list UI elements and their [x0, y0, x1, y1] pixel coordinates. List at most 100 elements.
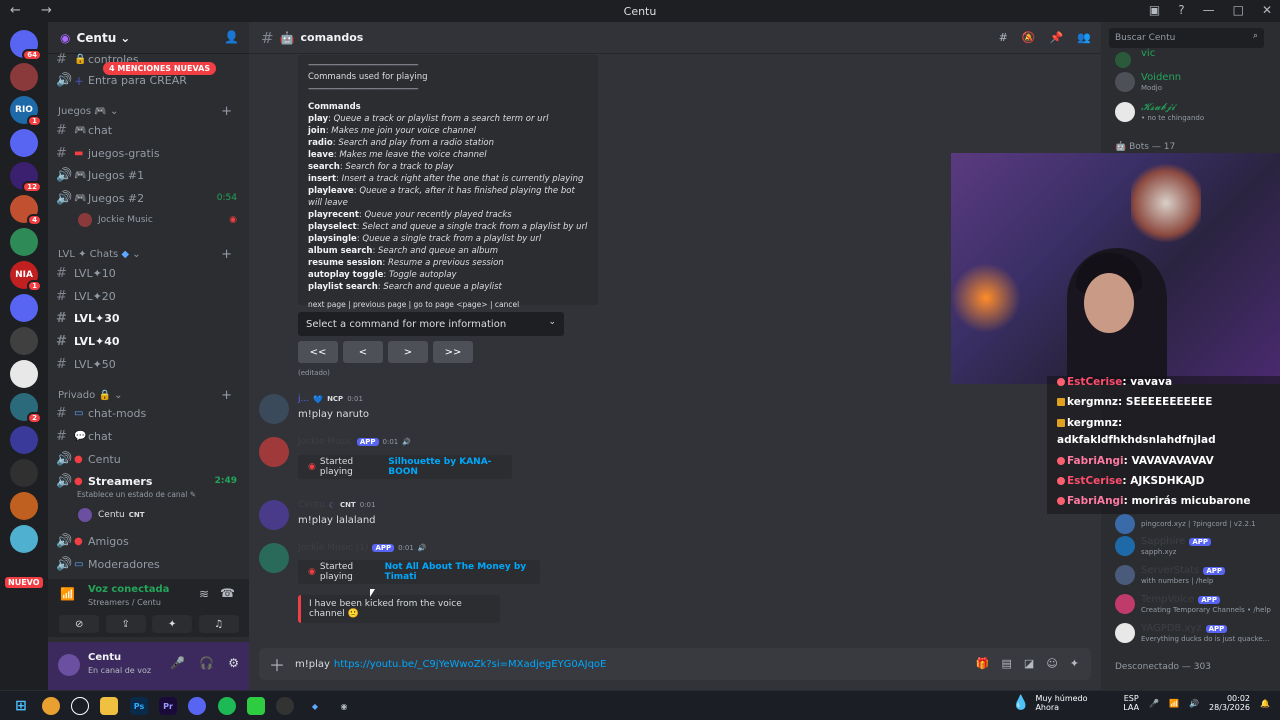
file-explorer-icon[interactable]: [100, 697, 118, 715]
track-link[interactable]: Not All About The Money by Timati: [385, 562, 540, 582]
category-lvl[interactable]: LVL ✦ Chats ◆ ⌄ +: [58, 247, 238, 262]
search-input[interactable]: Buscar Centu ⌕: [1109, 28, 1264, 48]
server-icon[interactable]: 64: [10, 30, 42, 61]
command-select[interactable]: Select a command for more information ⌄: [298, 312, 564, 336]
steam-icon[interactable]: ◉: [335, 697, 353, 715]
history-nav-icons[interactable]: ← →: [10, 3, 60, 18]
maximize-button[interactable]: □: [1233, 3, 1244, 17]
sticker-icon[interactable]: ◪: [1024, 657, 1034, 670]
soundboard-button[interactable]: ♫: [198, 615, 239, 633]
attach-plus-icon[interactable]: ＋: [259, 652, 295, 676]
gif-icon[interactable]: ▤: [1002, 657, 1012, 670]
server-icon[interactable]: 12: [10, 162, 42, 193]
channel-status-hint[interactable]: Establece un estado de canal ✎: [77, 490, 196, 499]
server-icon[interactable]: [10, 327, 38, 355]
inbox-icon[interactable]: ▣: [1149, 3, 1160, 17]
notifications-muted-icon[interactable]: 🔕: [1022, 31, 1036, 44]
gift-icon[interactable]: 🎁: [976, 657, 990, 670]
settings-gear-icon[interactable]: ⚙: [228, 656, 239, 670]
apps-icon[interactable]: ✦: [1070, 657, 1079, 670]
voice-amigos[interactable]: 🔊 ● Amigos: [56, 531, 243, 551]
channel-lvl40[interactable]: # LVL✦40: [56, 331, 243, 351]
threads-icon[interactable]: #: [999, 31, 1008, 44]
server-icon[interactable]: NIA 1: [10, 261, 42, 292]
app-icon[interactable]: [276, 697, 294, 715]
channel-juegos-gratis[interactable]: # ▬ juegos-gratis: [56, 143, 243, 163]
microphone-icon[interactable]: 🎤: [170, 656, 185, 670]
next-page-button[interactable]: >: [388, 341, 428, 363]
help-icon[interactable]: ?: [1178, 3, 1184, 17]
avatar[interactable]: [58, 654, 80, 676]
author-name[interactable]: j...: [298, 394, 309, 404]
channel-chat[interactable]: # 🎮 chat: [56, 120, 243, 140]
noise-suppression-icon[interactable]: ≋: [199, 587, 209, 601]
pin-icon[interactable]: 📌: [1050, 31, 1064, 44]
server-icon[interactable]: [10, 426, 38, 454]
minimize-button[interactable]: —: [1203, 3, 1215, 17]
spotify-icon[interactable]: [218, 697, 236, 715]
server-icon[interactable]: [10, 63, 38, 91]
discord-icon[interactable]: [188, 697, 206, 715]
voice-status-sub[interactable]: Streamers / Centu: [88, 598, 161, 607]
avatar[interactable]: [259, 543, 289, 573]
voice-moderadores[interactable]: 🔊 ▭ Moderadores: [56, 554, 243, 574]
activities-button[interactable]: ✦: [152, 615, 193, 633]
channel-lvl30[interactable]: # LVL✦30: [56, 308, 243, 328]
server-icon[interactable]: [10, 525, 38, 553]
add-user-icon[interactable]: 👤: [224, 30, 239, 44]
channel-chat-priv[interactable]: # 💬 chat: [56, 426, 243, 446]
track-link[interactable]: Silhouette by KANA-BOON: [388, 457, 512, 477]
server-icon[interactable]: [10, 360, 38, 388]
last-page-button[interactable]: >>: [433, 341, 473, 363]
screen-share-button[interactable]: ⇪: [105, 615, 146, 633]
add-channel-icon[interactable]: +: [221, 388, 232, 403]
server-icon[interactable]: 4: [10, 195, 42, 226]
voice-user-centu[interactable]: Centu CNT: [78, 505, 243, 525]
avatar[interactable]: [259, 500, 289, 530]
headphones-icon[interactable]: 🎧: [199, 656, 214, 670]
voice-streamers[interactable]: 🔊 ● Streamers 2:49: [56, 471, 243, 491]
channel-lvl10[interactable]: # LVL✦10: [56, 263, 243, 283]
author-name[interactable]: Centu: [298, 500, 325, 510]
disconnect-icon[interactable]: ☎: [220, 586, 235, 600]
server-icon[interactable]: [10, 459, 38, 487]
weather-widget[interactable]: 💧 Muy húmedo Ahora: [1012, 694, 1088, 712]
channel-lvl50[interactable]: # LVL✦50: [56, 354, 243, 374]
close-button[interactable]: ✕: [1262, 3, 1272, 17]
server-icon[interactable]: RIO 1: [10, 96, 42, 127]
microphone-icon[interactable]: 🎤: [1149, 699, 1159, 708]
chrome-icon[interactable]: [42, 697, 60, 715]
notification-icon[interactable]: 🔔: [1260, 699, 1270, 708]
category-juegos[interactable]: Juegos 🎮 ⌄ +: [58, 104, 238, 119]
author-name[interactable]: Jockie Music (1): [298, 543, 368, 553]
channel-chat-mods[interactable]: # ▭ chat-mods: [56, 403, 243, 423]
voice-juegos-2[interactable]: 🔊 🎮 Juegos #2 0:54: [56, 188, 243, 208]
vscode-icon[interactable]: ◆: [306, 697, 324, 715]
emoji-icon[interactable]: ☺: [1046, 657, 1057, 670]
add-channel-icon[interactable]: +: [221, 247, 232, 262]
channel-lvl20[interactable]: # LVL✦20: [56, 286, 243, 306]
voice-centu[interactable]: 🔊 ● Centu: [56, 449, 243, 469]
server-icon[interactable]: 2: [10, 393, 42, 424]
premiere-icon[interactable]: Pr: [159, 697, 177, 715]
obs-icon[interactable]: [71, 697, 89, 715]
avatar[interactable]: [259, 437, 289, 467]
green-app-icon[interactable]: [247, 697, 265, 715]
members-icon[interactable]: 👥: [1077, 31, 1091, 44]
photoshop-icon[interactable]: Ps: [130, 697, 148, 715]
voice-juegos-1[interactable]: 🔊 🎮 Juegos #1: [56, 165, 243, 185]
server-icon[interactable]: [10, 228, 38, 256]
new-mentions-badge[interactable]: 4 MENCIONES NUEVAS: [103, 62, 217, 75]
new-badge[interactable]: NUEVO: [5, 577, 43, 588]
server-icon[interactable]: [10, 294, 38, 322]
author-name[interactable]: Jockie Music: [298, 437, 353, 447]
message-input[interactable]: ＋ m!play https://youtu.be/_C9jYeWwoZk?si…: [259, 648, 1091, 680]
first-page-button[interactable]: <<: [298, 341, 338, 363]
windows-start-icon[interactable]: ⊞: [12, 697, 30, 715]
volume-icon[interactable]: 🔊: [1189, 699, 1199, 708]
avatar[interactable]: [259, 394, 289, 424]
server-icon[interactable]: [10, 492, 38, 520]
add-channel-icon[interactable]: +: [221, 104, 232, 119]
category-privado[interactable]: Privado 🔒 ⌄ +: [58, 388, 238, 403]
voice-user-jockie[interactable]: Jockie Music ◉: [78, 210, 243, 230]
